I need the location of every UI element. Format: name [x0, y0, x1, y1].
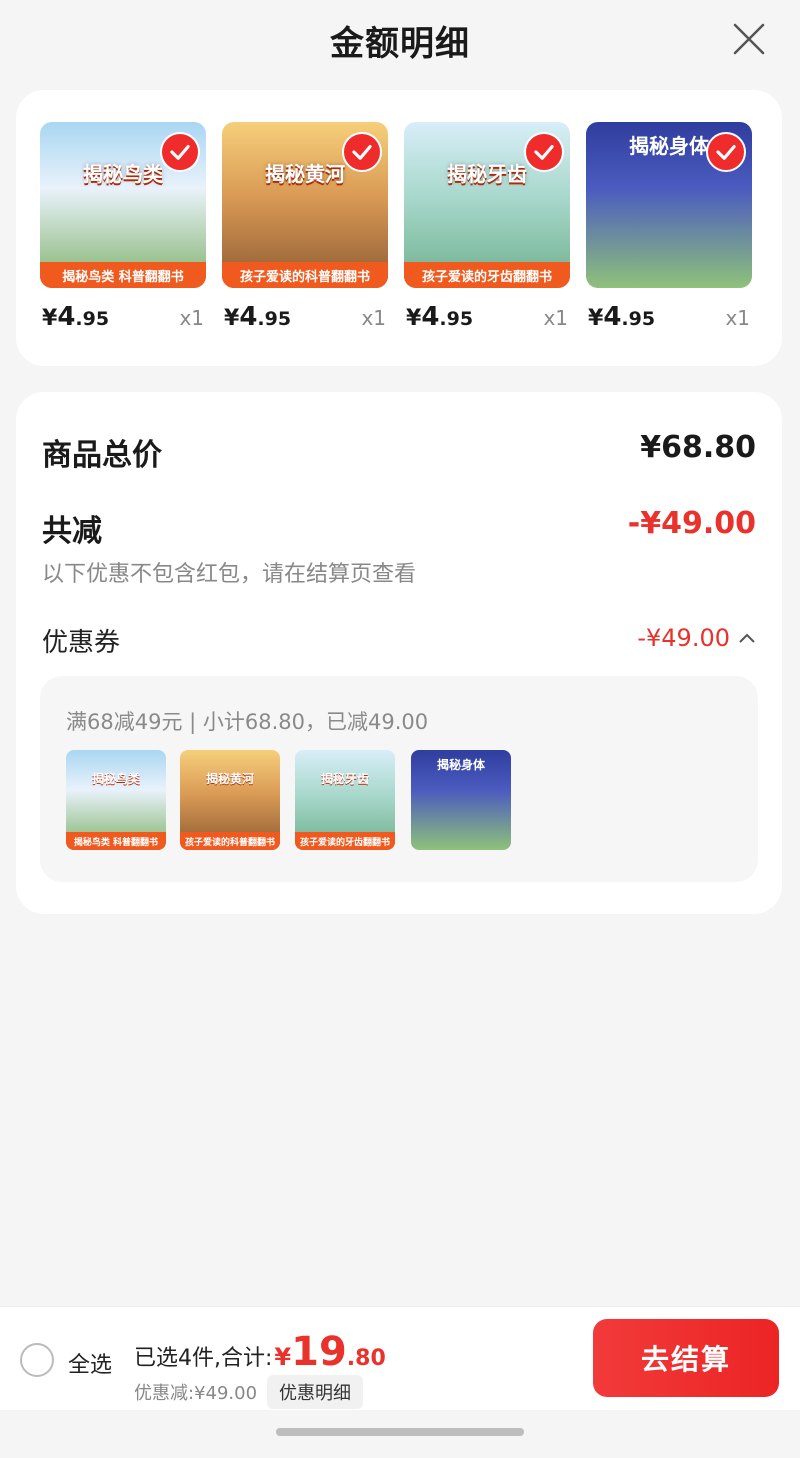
chevron-up-icon: [739, 633, 755, 643]
book-cover-ribbon: 孩子爱读的牙齿翻翻书: [404, 262, 570, 288]
checkout-button[interactable]: 去结算: [593, 1319, 779, 1397]
reduction-value: -¥49.00: [627, 506, 756, 541]
coupon-description: 满68减49元 | 小计68.80，已减49.00: [66, 710, 429, 734]
checkout-bar: 全选 已选4件,合计: ¥ 19 .80 优惠减:¥49.00 优惠明细 去结算: [0, 1306, 800, 1410]
product-price: ¥4.95: [588, 302, 656, 332]
product-quantity: x1: [179, 306, 204, 330]
header: 金额明细: [0, 0, 800, 84]
product-item[interactable]: 揭秘身体 ¥4.95 x1: [586, 122, 752, 332]
checked-icon[interactable]: [342, 132, 382, 172]
total-label: 已选4件,合计:: [134, 1346, 273, 1371]
total-decimal: .80: [346, 1346, 386, 1371]
product-price: ¥4.95: [224, 302, 292, 332]
coupon-product-thumbnail: 揭秘鸟类 揭秘鸟类 科普翻翻书: [66, 750, 166, 850]
checked-icon[interactable]: [706, 132, 746, 172]
select-all-radio[interactable]: [20, 1343, 54, 1377]
book-cover-title: 揭秘身体: [436, 758, 485, 772]
book-cover-ribbon: 揭秘鸟类 科普翻翻书: [66, 832, 166, 850]
selected-total: 已选4件,合计: ¥ 19 .80: [134, 1329, 386, 1375]
select-all-label[interactable]: 全选: [68, 1347, 112, 1379]
product-price: ¥4.95: [406, 302, 474, 332]
total-integer: 19: [291, 1329, 347, 1375]
total-currency: ¥: [274, 1343, 292, 1371]
book-cover-title: 揭秘牙齿: [320, 772, 369, 786]
product-quantity: x1: [543, 306, 568, 330]
product-item[interactable]: 揭秘牙齿 孩子爱读的牙齿翻翻书 ¥4.95 x1: [404, 122, 570, 332]
home-indicator: [276, 1428, 524, 1436]
book-cover-ribbon: 揭秘鸟类 科普翻翻书: [40, 262, 206, 288]
close-icon[interactable]: [732, 22, 766, 56]
reduction-label: 共减: [42, 514, 102, 549]
product-item[interactable]: 揭秘黄河 孩子爱读的科普翻翻书 ¥4.95 x1: [222, 122, 388, 332]
product-thumbnail[interactable]: 揭秘黄河 孩子爱读的科普翻翻书: [222, 122, 388, 288]
selected-products-card: 揭秘鸟类 揭秘鸟类 科普翻翻书 ¥4.95 x1 揭秘黄河 孩子爱读的科普翻翻书…: [16, 90, 782, 366]
coupon-product-thumbnail: 揭秘牙齿 孩子爱读的牙齿翻翻书: [295, 750, 395, 850]
discount-text: 优惠减:¥49.00: [134, 1383, 258, 1404]
discount-line: 优惠减:¥49.00 优惠明细: [134, 1375, 364, 1409]
product-price: ¥4.95: [42, 302, 110, 332]
product-thumbnail[interactable]: 揭秘牙齿 孩子爱读的牙齿翻翻书: [404, 122, 570, 288]
book-cover-ribbon: 孩子爱读的科普翻翻书: [180, 832, 280, 850]
book-cover-ribbon: 孩子爱读的科普翻翻书: [222, 262, 388, 288]
coupon-detail-box: 满68减49元 | 小计68.80，已减49.00 揭秘鸟类 揭秘鸟类 科普翻翻…: [40, 676, 758, 882]
product-thumbnail[interactable]: 揭秘身体: [586, 122, 752, 288]
discount-note: 以下优惠不包含红包，请在结算页查看: [42, 562, 417, 587]
coupon-toggle[interactable]: -¥49.00: [637, 624, 756, 652]
book-cover-title: 揭秘鸟类: [91, 772, 140, 786]
product-quantity: x1: [725, 306, 750, 330]
coupon-label: 优惠券: [42, 628, 121, 658]
coupon-product-thumbnail: 揭秘身体: [411, 750, 511, 850]
checked-icon[interactable]: [160, 132, 200, 172]
coupon-product-thumbnail: 揭秘黄河 孩子爱读的科普翻翻书: [180, 750, 280, 850]
page-title: 金额明细: [330, 24, 470, 64]
coupon-value: -¥49.00: [637, 624, 730, 652]
total-price-value: ¥68.80: [640, 430, 756, 465]
product-item[interactable]: 揭秘鸟类 揭秘鸟类 科普翻翻书 ¥4.95 x1: [40, 122, 206, 332]
book-cover-ribbon: 孩子爱读的牙齿翻翻书: [295, 832, 395, 850]
price-summary-card: 商品总价 ¥68.80 共减 -¥49.00 以下优惠不包含红包，请在结算页查看…: [16, 392, 782, 914]
product-quantity: x1: [361, 306, 386, 330]
total-price-label: 商品总价: [42, 438, 162, 473]
book-cover-title: 揭秘黄河: [205, 772, 254, 786]
discount-detail-button[interactable]: 优惠明细: [267, 1375, 364, 1409]
product-thumbnail[interactable]: 揭秘鸟类 揭秘鸟类 科普翻翻书: [40, 122, 206, 288]
checked-icon[interactable]: [524, 132, 564, 172]
